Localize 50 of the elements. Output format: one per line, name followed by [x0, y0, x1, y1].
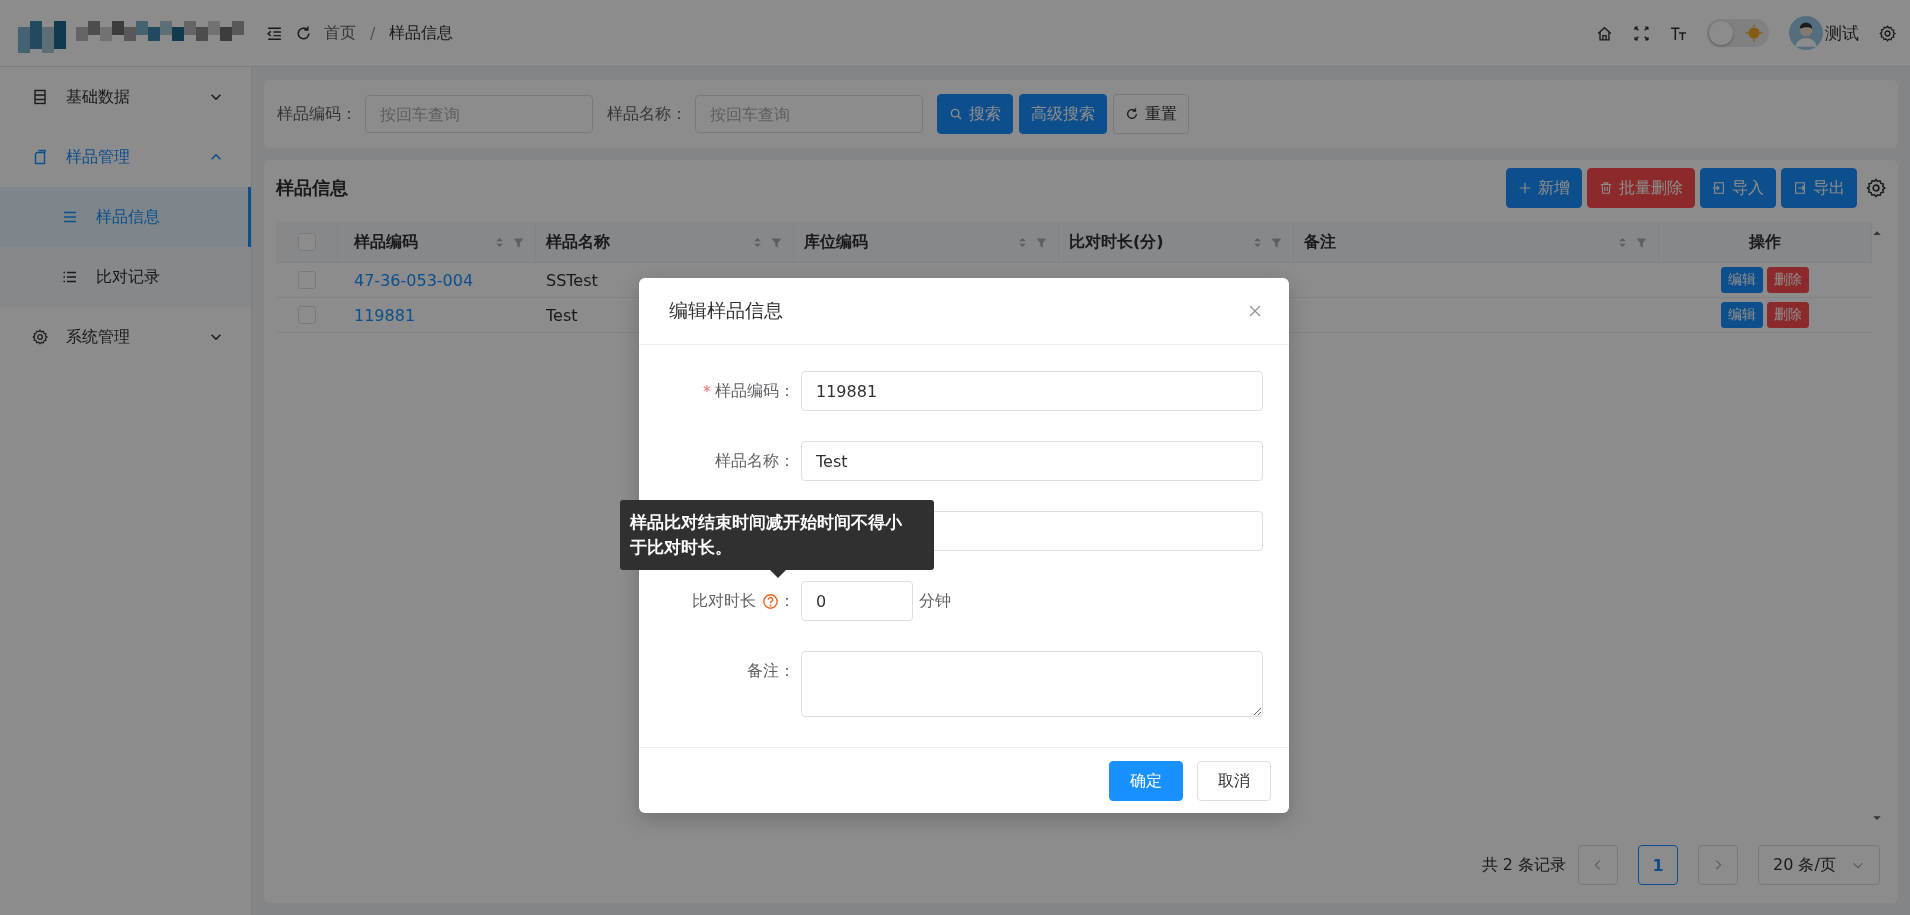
page-size-select[interactable]: 20 条/页: [1758, 845, 1880, 885]
tooltip: 样品比对结束时间减开始时间不得小于比对时长。: [620, 500, 934, 570]
sidebar-item[interactable]: 基础数据: [0, 67, 251, 127]
column-header[interactable]: 库位编码: [804, 231, 1016, 253]
page-button[interactable]: 1: [1638, 845, 1678, 885]
unit-label: 分钟: [919, 590, 951, 612]
input-field[interactable]: Test: [801, 441, 1263, 481]
field-label: 样品编码：: [277, 103, 357, 125]
breadcrumb-item[interactable]: 首页: [324, 22, 356, 44]
reset-button[interactable]: 重置: [1113, 94, 1189, 134]
delete-button[interactable]: 删除: [1767, 302, 1809, 328]
field-label: 比对时长: [692, 590, 756, 612]
search-button[interactable]: 搜索: [937, 94, 1013, 134]
sidebar-item[interactable]: 样品管理: [0, 127, 251, 187]
number-field[interactable]: 0: [801, 581, 913, 621]
delete-button[interactable]: 删除: [1767, 267, 1809, 293]
sidebar-item[interactable]: 样品信息: [0, 187, 251, 247]
column-header[interactable]: 样品编码: [354, 231, 493, 253]
code-link[interactable]: 47-36-053-004: [354, 270, 474, 290]
breadcrumb-item: 样品信息: [389, 22, 454, 44]
column-header[interactable]: 比对时长(分): [1069, 231, 1251, 253]
batch-delete-button[interactable]: 批量删除: [1587, 168, 1695, 208]
confirm-button[interactable]: 确定: [1109, 761, 1183, 801]
sidebar-item[interactable]: 比对记录: [0, 247, 251, 307]
table-cell: Test: [546, 305, 578, 325]
label-colon: ：: [779, 590, 795, 612]
column-header[interactable]: 样品名称: [546, 231, 751, 253]
add-button[interactable]: 新增: [1506, 168, 1582, 208]
advanced-search-button[interactable]: 高级搜索: [1019, 94, 1107, 134]
column-header[interactable]: 操作: [1749, 231, 1781, 253]
input-field[interactable]: 119881: [801, 371, 1263, 411]
edit-button[interactable]: 编辑: [1721, 302, 1763, 328]
import-button[interactable]: 导入: [1700, 168, 1776, 208]
edit-button[interactable]: 编辑: [1721, 267, 1763, 293]
field-label: 备注：: [747, 660, 795, 682]
sidebar-item[interactable]: 系统管理: [0, 307, 251, 367]
export-button[interactable]: 导出: [1781, 168, 1857, 208]
field-label: 样品名称：: [715, 450, 795, 472]
column-header[interactable]: 备注: [1304, 231, 1616, 253]
field-label: 样品名称：: [607, 103, 687, 125]
field-label: 样品编码：: [715, 380, 795, 402]
breadcrumb-separator: /: [370, 23, 376, 43]
table-cell: SSTest: [546, 270, 598, 290]
code-link[interactable]: 119881: [354, 305, 416, 325]
cancel-button[interactable]: 取消: [1197, 761, 1271, 801]
required-mark: *: [703, 381, 711, 401]
dialog-title: 编辑样品信息: [669, 298, 783, 323]
panel-title: 样品信息: [276, 176, 348, 200]
user-name[interactable]: 测试: [1825, 21, 1859, 45]
total-count: 共 2 条记录: [1481, 854, 1566, 876]
